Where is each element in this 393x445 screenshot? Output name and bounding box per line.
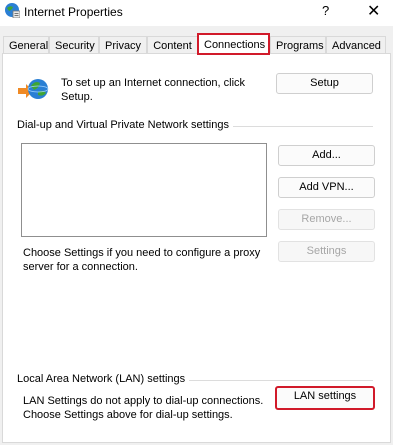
tab-privacy[interactable]: Privacy [99, 36, 147, 54]
tab-content[interactable]: Content [147, 36, 198, 54]
tab-connections[interactable]: Connections [197, 33, 270, 55]
title-bar: Internet Properties ? ✕ [0, 0, 393, 26]
connections-panel: To set up an Internet connection, click … [2, 53, 391, 443]
lan-description: LAN Settings do not apply to dial-up con… [23, 395, 264, 421]
window-title: Internet Properties [24, 5, 123, 19]
settings-button[interactable]: Settings [278, 241, 375, 262]
setup-description: To set up an Internet connection, click … [61, 77, 246, 103]
lan-settings-button[interactable]: LAN settings [275, 386, 375, 410]
close-button[interactable]: ✕ [367, 1, 380, 21]
proxy-description: Choose Settings if you need to configure… [23, 247, 261, 273]
connections-list[interactable] [21, 143, 267, 237]
help-button[interactable]: ? [322, 3, 329, 18]
dialup-group-label: Dial-up and Virtual Private Network sett… [17, 119, 233, 131]
add-button[interactable]: Add... [278, 145, 375, 166]
remove-button[interactable]: Remove... [278, 209, 375, 230]
internet-properties-icon [5, 3, 20, 18]
add-vpn-button[interactable]: Add VPN... [278, 177, 375, 198]
tab-general[interactable]: General [3, 36, 49, 54]
lan-group-label: Local Area Network (LAN) settings [17, 373, 190, 385]
tab-security[interactable]: Security [49, 36, 99, 54]
tab-bar: General Security Privacy Content Connect… [0, 26, 393, 55]
setup-button[interactable]: Setup [276, 73, 373, 94]
internet-connection-icon [18, 79, 49, 99]
tab-advanced[interactable]: Advanced [326, 36, 386, 54]
tab-programs[interactable]: Programs [270, 36, 326, 54]
